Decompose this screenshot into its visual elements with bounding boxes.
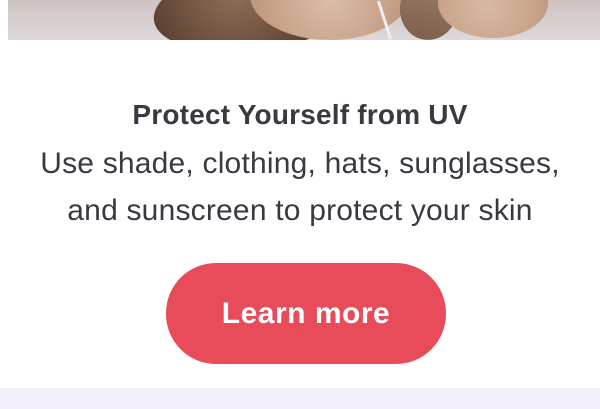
learn-more-button[interactable]: Learn more xyxy=(166,263,446,364)
banner-body: Use shade, clothing, hats, sunglasses, a… xyxy=(0,140,600,234)
banner-body-line-2: and sunscreen to protect your skin xyxy=(67,194,533,227)
footer-band xyxy=(0,388,600,409)
hero-photo xyxy=(8,0,600,40)
uv-protection-banner: Protect Yourself from UV Use shade, clot… xyxy=(0,0,600,409)
banner-body-line-1: Use shade, clothing, hats, sunglasses, xyxy=(40,147,560,180)
hero-shoulder xyxy=(438,0,548,38)
banner-title: Protect Yourself from UV xyxy=(132,99,468,130)
banner-text: Protect Yourself from UV Use shade, clot… xyxy=(0,90,600,234)
